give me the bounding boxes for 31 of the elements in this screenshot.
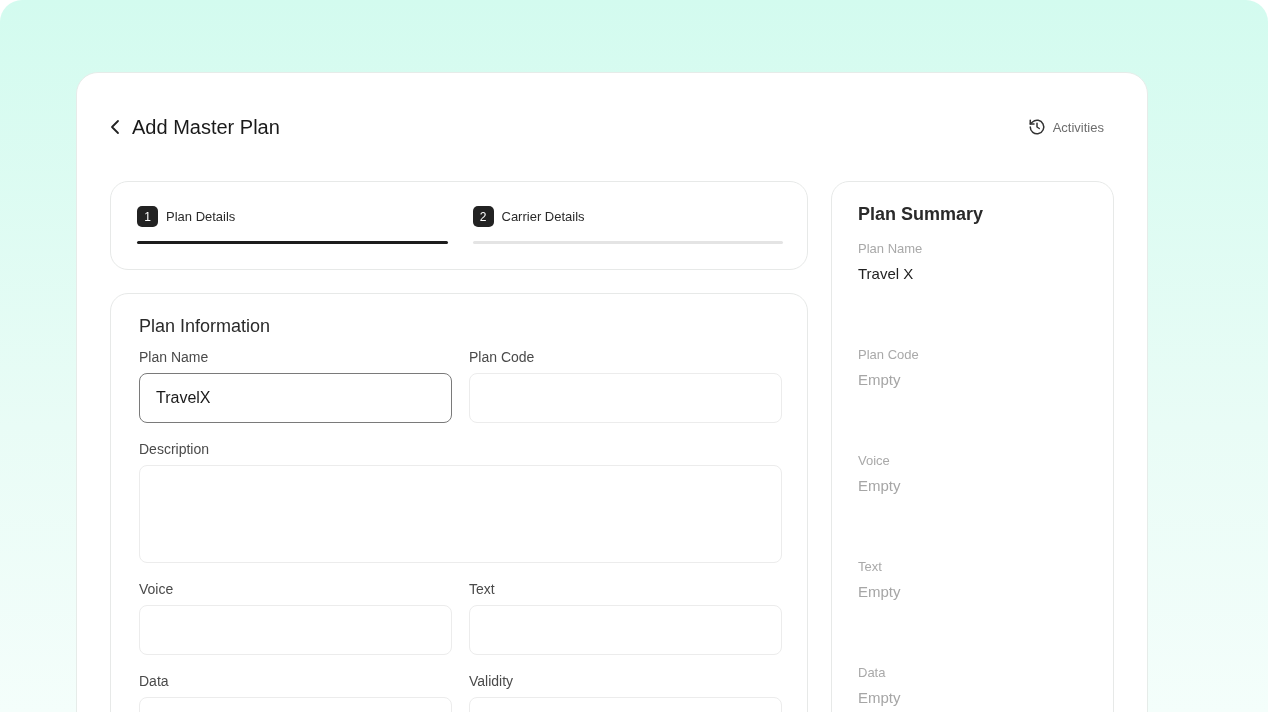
step-label: Carrier Details bbox=[501, 209, 585, 224]
back-icon bbox=[110, 119, 120, 135]
summary-value: Empty bbox=[858, 583, 902, 600]
summary-label: Plan Code bbox=[858, 347, 920, 362]
summary-label: Data bbox=[858, 665, 887, 680]
field-label: Plan Name bbox=[139, 349, 210, 365]
section-title: Plan Information bbox=[139, 316, 272, 337]
step-label: Plan Details bbox=[166, 209, 236, 224]
summary-value: Travel X bbox=[858, 265, 915, 282]
summary-label: Plan Name bbox=[858, 241, 924, 256]
back-button[interactable] bbox=[110, 119, 120, 135]
step-tab[interactable]: 2 Carrier Details bbox=[472, 206, 783, 269]
summary-title: Plan Summary bbox=[858, 204, 985, 225]
summary-label: Text bbox=[858, 559, 883, 574]
summary-label: Voice bbox=[858, 453, 891, 468]
field-label: Text bbox=[469, 581, 496, 597]
field-label: Description bbox=[139, 441, 211, 457]
summary-value: Empty bbox=[858, 371, 902, 388]
field-label: Validity bbox=[469, 673, 515, 689]
page-title: Add Master Plan bbox=[132, 115, 280, 139]
summary-value: Empty bbox=[858, 689, 902, 706]
activities-button[interactable]: Activities bbox=[1027, 118, 1114, 136]
step-number: 2 bbox=[472, 206, 494, 227]
step-number: 1 bbox=[137, 206, 158, 227]
field-label: Data bbox=[139, 673, 170, 689]
history-icon bbox=[1027, 118, 1046, 136]
field-label: Plan Code bbox=[469, 349, 536, 365]
text-field[interactable]: TravelX bbox=[139, 373, 452, 423]
step-tab[interactable]: 1 Plan Details bbox=[137, 206, 448, 269]
field-label: Voice bbox=[139, 581, 175, 597]
summary-value: Empty bbox=[858, 477, 902, 494]
